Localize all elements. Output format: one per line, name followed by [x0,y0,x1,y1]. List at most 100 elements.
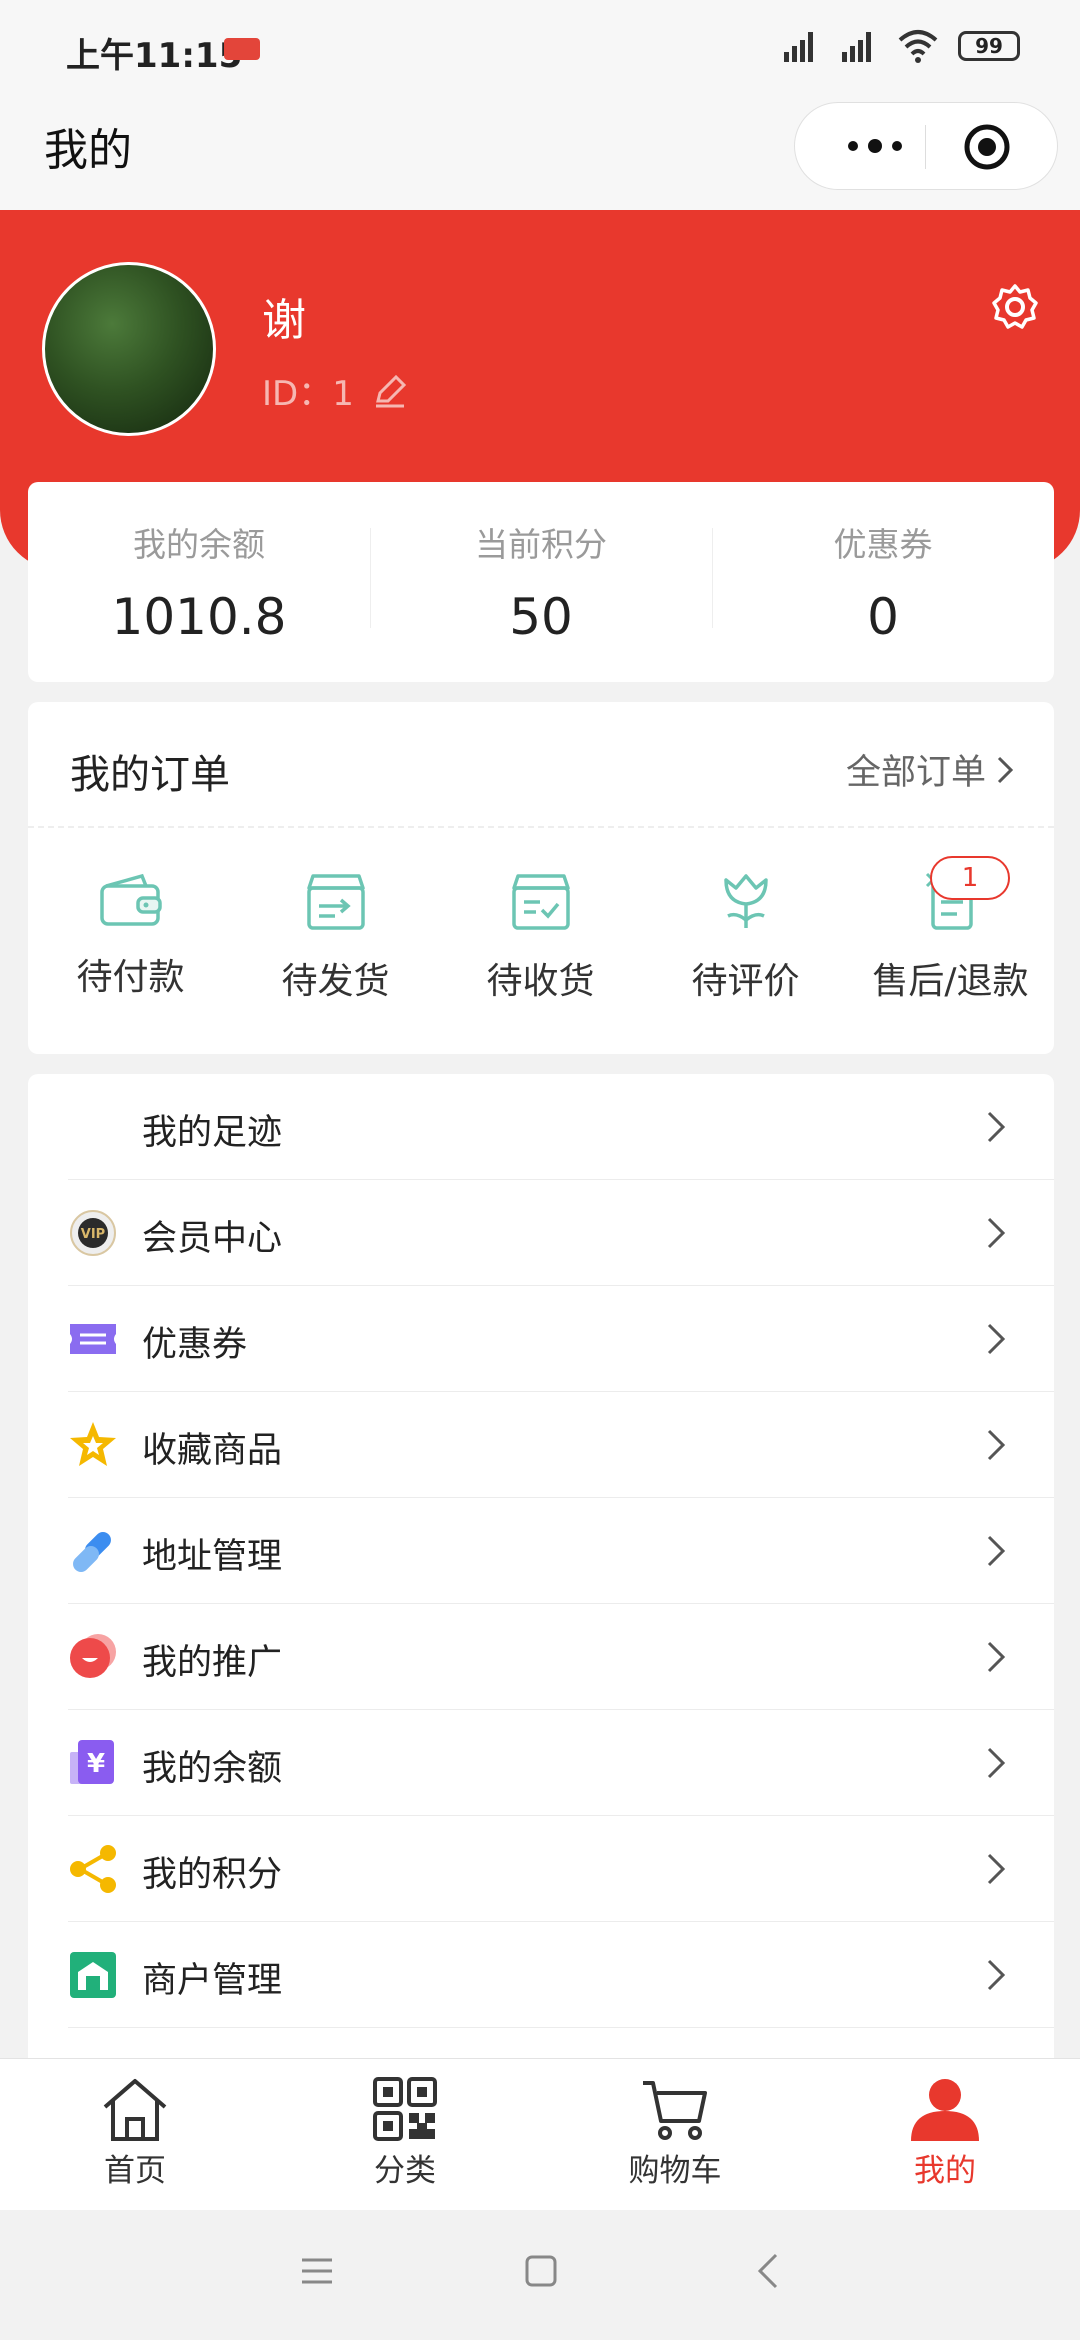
avatar[interactable] [42,262,216,436]
orders-title: 我的订单 [70,752,230,798]
back-icon[interactable] [756,2252,780,2290]
status-time: 上午11:15 [66,36,243,76]
orders-card: 我的订单 全部订单 待付款 待发货 待收货 待评价 售后/退款 [28,702,1054,1054]
home-icon [103,2079,167,2141]
order-pending-receipt[interactable]: 待收货 [438,850,643,1040]
menu-item-balance[interactable]: ¥ 我的余额 [28,1710,1054,1816]
qrcode-icon [373,2077,437,2141]
order-pending-payment[interactable]: 待付款 [28,850,233,1040]
orders-divider [28,826,1054,828]
stat-points[interactable]: 当前积分 50 [370,482,712,682]
order-label: 待收货 [486,961,595,1002]
tab-mine[interactable]: 我的 [810,2059,1080,2211]
dot-icon [868,139,882,153]
cart-icon [643,2081,707,2140]
tab-cart[interactable]: 购物车 [540,2059,810,2211]
link-icon [73,1532,111,1572]
menu-label: 我的余额 [142,1749,283,1789]
menu-icon[interactable] [300,2254,334,2288]
app-notification-icon [224,38,260,60]
menu-item-coupon[interactable]: 优惠券 [28,1286,1054,1392]
signal-icon [784,32,813,62]
signal-icon [842,32,871,62]
capsule-divider [925,125,926,169]
tab-label: 我的 [914,2153,976,2189]
chevron-right-icon [987,1535,1006,1567]
username: 谢 [262,295,306,346]
star-icon [70,1422,116,1466]
chevron-right-icon [987,1959,1006,1991]
tab-label: 首页 [104,2153,166,2189]
menu-item-footprint[interactable]: 我的足迹 [28,1074,1054,1180]
merchant-icon [70,1952,116,1998]
dot-icon [892,141,902,151]
edit-icon[interactable] [372,373,408,409]
menu-item-favorites[interactable]: 收藏商品 [28,1392,1054,1498]
stat-value: 0 [867,588,899,646]
stat-label: 优惠券 [833,525,933,564]
stat-coupons[interactable]: 优惠券 0 [712,482,1054,682]
order-label: 售后/退款 [872,961,1029,1002]
share-icon [70,1845,116,1893]
box-check-icon [511,874,570,930]
chevron-right-icon [987,1323,1006,1355]
order-label: 待评价 [691,961,800,1002]
battery-icon: 99 [958,31,1020,61]
chevron-right-icon [987,1747,1006,1779]
menu-label: 我的推广 [142,1643,283,1683]
menu-item-promotion[interactable]: 我的推广 [28,1604,1054,1710]
promote-icon [70,1634,116,1678]
wallet-icon [99,873,162,926]
bottom-tab-bar: 首页 分类 购物车 我的 [0,2058,1080,2211]
order-label: 待发货 [281,961,390,1002]
menu-label: 优惠券 [142,1325,248,1365]
menu-item-points[interactable]: 我的积分 [28,1816,1054,1922]
box-send-icon [306,874,365,930]
yuan-icon: ¥ [70,1740,114,1784]
user-id: ID：1 [262,366,408,415]
status-icons: 99 [780,28,1020,64]
status-bar: 上午11:15 99 [0,0,1080,96]
stat-label: 当前积分 [475,525,607,564]
nav-bar: 我的 [0,96,1080,210]
chevron-right-icon [987,1853,1006,1885]
page-title: 我的 [44,125,132,176]
wifi-icon [898,30,938,63]
menu-label: 收藏商品 [142,1431,283,1471]
svg-text:VIP: VIP [81,1227,105,1242]
chevron-right-icon [997,756,1014,783]
tab-home[interactable]: 首页 [0,2059,270,2211]
tab-label: 购物车 [628,2153,722,2189]
chevron-right-icon [987,1111,1006,1143]
menu-item-address[interactable]: 地址管理 [28,1498,1054,1604]
all-orders-label: 全部订单 [845,753,986,793]
settings-gear-icon[interactable] [990,282,1040,332]
menu-item-merchant[interactable]: 商户管理 [28,1922,1054,2028]
order-pending-review[interactable]: 待评价 [643,850,848,1040]
chevron-right-icon [987,1217,1006,1249]
menu-item-vip[interactable]: VIP 会员中心 [28,1180,1054,1286]
chevron-right-icon [987,1641,1006,1673]
flower-icon [723,874,768,928]
user-id-text: ID：1 [262,374,354,414]
chevron-right-icon [987,1429,1006,1461]
vip-icon: VIP [70,1210,116,1256]
coupon-icon [70,1324,116,1354]
tab-label: 分类 [374,2153,436,2189]
menu-label: 会员中心 [142,1219,283,1259]
more-button[interactable] [825,103,925,189]
tab-category[interactable]: 分类 [270,2059,540,2211]
menu-list: 我的足迹 VIP 会员中心 优惠券 收藏商品 地址管理 我的推广 ¥ 我的余额 … [28,1074,1054,2074]
all-orders-link[interactable]: 全部订单 [846,744,1014,795]
menu-label: 商户管理 [142,1961,283,2001]
footprint-icon [68,1102,118,1152]
order-pending-shipment[interactable]: 待发货 [233,850,438,1040]
stat-balance[interactable]: 我的余额 1010.8 [28,482,370,682]
miniprogram-capsule [794,102,1058,190]
menu-label: 我的足迹 [142,1113,283,1153]
menu-divider [68,2027,1054,2028]
close-miniprogram-icon[interactable] [963,123,1011,171]
refund-count-badge: 1 [930,856,1010,900]
stat-value: 50 [509,588,573,646]
home-square-icon[interactable] [524,2254,558,2288]
